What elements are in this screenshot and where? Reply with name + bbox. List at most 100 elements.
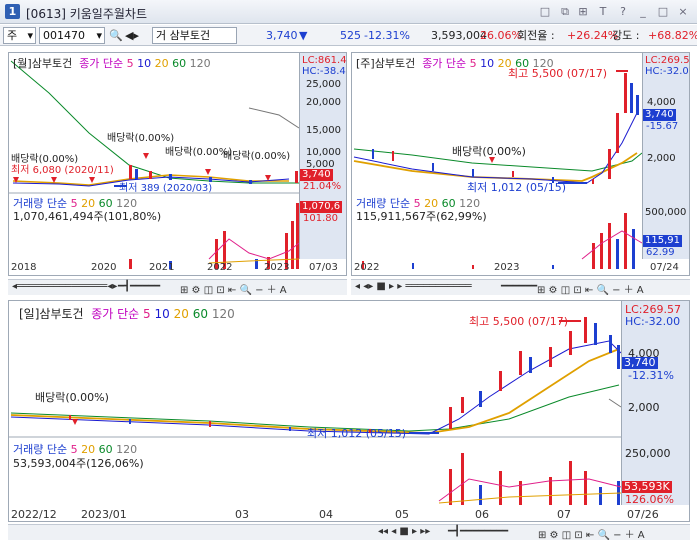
daily-ma-label: 종가 단순 <box>91 307 140 321</box>
dividend-annotation: 배당락(0.00%) <box>452 145 526 158</box>
turnover-label: 회전율 : <box>517 29 555 42</box>
x-tick: 2022 <box>354 262 380 273</box>
x-tick: 07/26 <box>627 508 659 521</box>
layout-icon[interactable]: ⊞ <box>576 4 590 18</box>
y-tick: 4,000 <box>647 97 676 108</box>
y-tick: 2,000 <box>628 401 660 414</box>
ma20-label: 20 <box>154 57 169 70</box>
stock-toolbar: 주 ▾ 001470 ▾ 🔍 ◀▸ 거 삼부토건 3,740 ▼ 525 -12.3… <box>0 25 697 46</box>
scrollbar-thumb[interactable]: ━┫━━━━━ <box>118 281 160 292</box>
maximize-button[interactable]: □ <box>656 4 670 18</box>
daily-chart-label: [일]삼부토건 종가 단순 5 10 20 60 120 <box>19 305 235 322</box>
daily-chart-panel[interactable]: [일]삼부토건 종가 단순 5 10 20 60 120 최고 5,500 (0… <box>8 300 690 522</box>
scroll-track[interactable]: ◂ ◂▸ ■ ▸ ▸ ═══════════ <box>355 281 472 292</box>
ma60-label: 60 <box>192 307 208 321</box>
zoom-controls[interactable]: ⊞ ⚙ ◫ ⊡ ⇤ 🔍 − ＋ A <box>180 281 287 296</box>
price-tag: 3,740 <box>622 356 658 369</box>
ma5-label: 5 <box>126 57 134 70</box>
monthly-nav-bar: ◂═══════════════◂▸ ━┫━━━━━ ⊞ ⚙ ◫ ⊡ ⇤ 🔍 −… <box>8 279 347 296</box>
x-tick: 2023 <box>264 262 290 273</box>
monthly-y-axis: LC:861.4 HC:-38.4 25,000 20,000 15,000 1… <box>299 53 347 259</box>
title-bar: 1 [0613] 키움일주월차트 □ ⧉ ⊞ T ? _ □ × <box>0 0 697 24</box>
pct-tag: -15.67 <box>646 121 679 132</box>
monthly-chart-panel[interactable]: [월]삼부토건 종가 단순 5 10 20 60 120 배당락(0.00%) … <box>8 52 347 276</box>
high-annotation: 최고 5,500 (07/17) <box>469 315 569 328</box>
daily-candles <box>69 317 620 433</box>
monthly-x-axis: 2018 2020 2021 2022 2023 07/03 <box>9 261 346 275</box>
zoom-controls[interactable]: ⊞ ⚙ ◫ ⊡ ⇤ 🔍 − ＋ A <box>537 281 644 296</box>
volume-percent: 26.06% <box>480 29 522 42</box>
ma120-label: 120 <box>189 57 211 70</box>
minimize-button[interactable]: _ <box>636 4 650 18</box>
hc-value: HC:-32.00 <box>625 315 681 328</box>
weekly-chart-canvas <box>353 70 643 269</box>
monthly-volume-value: 1,070,461,494주(101,80%) <box>13 210 162 223</box>
x-tick: 06 <box>475 508 489 521</box>
link-icon[interactable]: ⧉ <box>558 4 572 18</box>
volume: 3,593,004 <box>431 29 487 42</box>
stock-name-field[interactable]: 거 삼부토건 <box>152 27 237 44</box>
ma5-label: 5 <box>469 57 477 70</box>
ma10-label: 10 <box>137 57 152 70</box>
volume-pct-tag: 101.80 <box>303 213 338 224</box>
chevron-down-icon: ▾ <box>96 29 102 42</box>
low-annotation: 최저 1,012 (05/15) <box>467 181 567 194</box>
search-icon[interactable]: 🔍 <box>109 28 123 43</box>
high-annotation: 최고 5,500 (07/17) <box>508 67 608 80</box>
ma60-label: 60 <box>172 57 187 70</box>
weekly-candles <box>372 73 639 184</box>
turnover-value: +26.24% <box>567 29 619 42</box>
volume-tag: 1,070,6 <box>300 201 343 213</box>
pct-tag: -12.31% <box>628 369 674 382</box>
hc-value: HC:-32.0 <box>645 66 689 77</box>
change-percent: -12.31% <box>364 29 410 42</box>
window-icon-button[interactable]: □ <box>538 4 552 18</box>
window-title: [0613] 키움일주월차트 <box>26 7 147 21</box>
ma5-label: 5 <box>143 307 151 321</box>
speaker-icon[interactable]: ◀▸ <box>125 28 139 43</box>
volume-pct-tag: 62.99 <box>646 247 675 258</box>
y-tick: 20,000 <box>306 97 341 108</box>
y-tick: 10,000 <box>306 147 341 158</box>
lc-value: LC:861.4 <box>302 55 347 66</box>
daily-chart-title: [일]삼부토건 <box>19 307 84 321</box>
scrollbar-thumb[interactable]: ━━━━━━ <box>501 281 537 292</box>
monthly-chart-title: [월]삼부토건 <box>13 57 73 70</box>
help-icon[interactable]: ? <box>616 4 630 18</box>
volume-tag: 115,91 <box>643 235 682 247</box>
font-icon[interactable]: T <box>596 4 610 18</box>
x-tick: 07/03 <box>309 262 338 273</box>
market-select[interactable]: 주 ▾ <box>3 27 36 44</box>
scrollbar-thumb[interactable]: ━┫━━━━━━━━ <box>448 526 508 537</box>
current-price: 3,740 <box>266 29 298 42</box>
zoom-controls[interactable]: ⊞ ⚙ ◫ ⊡ ⇤ 🔍 − ＋ A <box>538 526 645 541</box>
daily-nav-bar: ◂◂ ◂ ■ ▸ ▸▸ ━┫━━━━━━━━ ⊞ ⚙ ◫ ⊡ ⇤ 🔍 − ＋ A <box>8 524 690 541</box>
x-tick: 04 <box>319 508 333 521</box>
close-button[interactable]: × <box>676 4 690 18</box>
playback-controls[interactable]: ◂◂ ◂ ■ ▸ ▸▸ <box>378 526 430 537</box>
weekly-chart-panel[interactable]: [주]삼부토건 종가 단순 5 10 20 60 120 최고 5,500 (0… <box>351 52 690 276</box>
dividend-annotation: 배당락(0.00%) <box>223 151 291 162</box>
price-change: 525 <box>340 29 361 42</box>
x-tick: 2023 <box>494 262 520 273</box>
stock-name: 삼부토건 <box>169 29 211 42</box>
y-tick: 2,000 <box>647 153 676 164</box>
strength-label: 강도 : <box>612 29 640 42</box>
scroll-track[interactable]: ◂═══════════════◂▸ <box>12 281 117 292</box>
x-tick: 07 <box>557 508 571 521</box>
price-tag: 3,740 <box>300 169 333 181</box>
code-input[interactable]: 001470 ▾ <box>39 27 105 44</box>
x-tick: 2022/12 <box>11 508 57 521</box>
dividend-annotation: 배당락(0.00%) <box>35 391 109 404</box>
low-annotation: 최저 389 (2020/03) <box>119 183 213 194</box>
x-tick: 05 <box>395 508 409 521</box>
x-tick: 2021 <box>149 262 175 273</box>
down-arrow-icon: ▼ <box>299 29 308 42</box>
weekly-chart-title: [주]삼부토건 <box>356 57 416 70</box>
weekly-nav-bar: ◂ ◂▸ ■ ▸ ▸ ═══════════ ━━━━━━ ⊞ ⚙ ◫ ⊡ ⇤ … <box>351 279 690 296</box>
code-value: 001470 <box>43 29 85 42</box>
low-annotation: 최저 1,012 (05/15) <box>307 427 407 440</box>
daily-volume-bars <box>449 453 620 505</box>
daily-y-axis: LC:269.57 HC:-32.00 4,000 3,740 -12.31% … <box>621 301 689 506</box>
monthly-ma-label: 종가 단순 <box>79 57 124 70</box>
